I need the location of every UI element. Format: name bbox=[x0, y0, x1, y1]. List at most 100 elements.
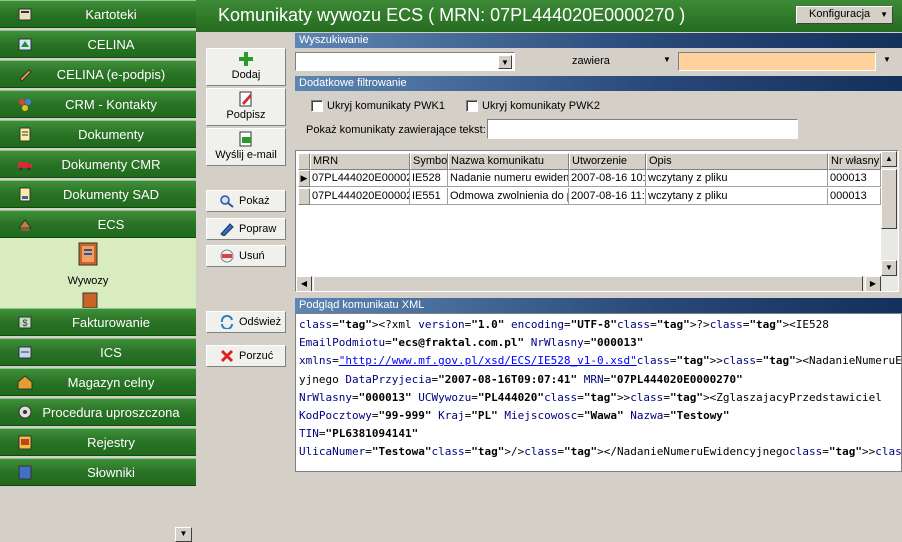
delete-button[interactable]: Usuń bbox=[206, 245, 286, 267]
hide-pwk2-checkbox[interactable] bbox=[466, 100, 478, 112]
ecs-subpanel: Wywozy ▼ bbox=[0, 238, 196, 542]
minus-icon bbox=[220, 249, 234, 263]
cell-symbol[interactable]: IE551 bbox=[410, 188, 448, 205]
sidebar-item-rejestry[interactable]: Rejestry bbox=[0, 428, 196, 456]
export-folder-icon[interactable] bbox=[76, 240, 100, 268]
xml-line: EmailPodmiotu="ecs@fraktal.com.pl" NrWla… bbox=[299, 336, 644, 350]
sidebar-item-dokumenty[interactable]: Dokumenty bbox=[0, 120, 196, 148]
warehouse-icon bbox=[17, 375, 33, 390]
show-button-label: Pokaż bbox=[239, 195, 270, 207]
sidebar-item-kartoteki[interactable]: Kartoteki bbox=[0, 0, 196, 28]
procedure-icon bbox=[18, 405, 32, 419]
sidebar-item-dokumenty-cmr[interactable]: Dokumenty CMR bbox=[0, 150, 196, 178]
cell-symbol[interactable]: IE528 bbox=[410, 170, 448, 187]
discard-button-label: Porzuć bbox=[239, 350, 274, 362]
sidebar-item-slowniki[interactable]: Słowniki bbox=[0, 458, 196, 486]
sidebar-item-crm[interactable]: CRM - Kontakty bbox=[0, 90, 196, 118]
hide-pwk1-checkbox[interactable] bbox=[311, 100, 323, 112]
chevron-down-icon[interactable]: ▼ bbox=[883, 55, 891, 64]
cmr-icon bbox=[18, 162, 32, 171]
cell-mrn[interactable]: 07PL444020E00002 bbox=[310, 170, 410, 187]
dictionary-icon bbox=[18, 465, 32, 480]
sidebar-item-magazyn[interactable]: Magazyn celny bbox=[0, 368, 196, 396]
card-index-icon bbox=[18, 8, 32, 21]
scroll-thumb[interactable] bbox=[881, 169, 897, 229]
xml-preview[interactable]: class="tag"><?xml version="1.0" encoding… bbox=[295, 313, 902, 472]
panel-scroll-down-button[interactable]: ▼ bbox=[175, 527, 192, 542]
secondary-folder-icon[interactable] bbox=[80, 290, 100, 308]
send-email-button[interactable]: Wyślij e-mail bbox=[206, 128, 286, 166]
vertical-scrollbar[interactable]: ▲ ▼ bbox=[881, 151, 898, 276]
scroll-down-button[interactable]: ▼ bbox=[881, 260, 897, 276]
cell-created[interactable]: 2007-08-16 10: bbox=[569, 170, 646, 187]
signature-icon bbox=[239, 91, 252, 107]
sidebar-item-ics[interactable]: ICS bbox=[0, 338, 196, 366]
current-row-indicator: ▶ bbox=[298, 170, 310, 187]
documents-icon bbox=[19, 127, 31, 142]
cell-name[interactable]: Odmowa zwolnienia do p bbox=[448, 188, 569, 205]
ecs-icon bbox=[18, 219, 32, 231]
horizontal-scrollbar[interactable]: ◀ ▶ bbox=[296, 276, 898, 291]
sidebar-item-celina-epodpis[interactable]: CELINA (e-podpis) bbox=[0, 60, 196, 88]
wywozy-label[interactable]: Wywozy bbox=[60, 275, 116, 287]
sidebar: Kartoteki CELINA CELINA (e-podpis) CRM -… bbox=[0, 0, 196, 542]
xml-line: xmlns="http://www.mf.gov.pl/xsd/ECS/IE52… bbox=[299, 354, 902, 368]
refresh-button[interactable]: Odśwież bbox=[206, 311, 286, 333]
column-header-symbol[interactable]: Symbol bbox=[410, 153, 448, 170]
close-icon bbox=[220, 349, 234, 363]
scroll-thumb[interactable] bbox=[313, 276, 863, 291]
text-filter-input[interactable] bbox=[487, 119, 798, 139]
sign-button[interactable]: Podpisz bbox=[206, 88, 286, 126]
chevron-down-icon[interactable]: ▼ bbox=[663, 55, 671, 64]
cell-own-number[interactable]: 000013 bbox=[828, 188, 881, 205]
row-indicator-header bbox=[298, 153, 310, 170]
column-header-name[interactable]: Nazwa komunikatu bbox=[448, 153, 569, 170]
xml-preview-header: Podgląd komunikatu XML bbox=[295, 298, 902, 313]
config-dropdown[interactable]: Konfiguracja ▼ bbox=[796, 6, 893, 24]
scroll-up-button[interactable]: ▲ bbox=[881, 151, 897, 167]
discard-button[interactable]: Porzuć bbox=[206, 345, 286, 367]
cell-created[interactable]: 2007-08-16 11:0 bbox=[569, 188, 646, 205]
xml-line: class="tag"><?xml version="1.0" encoding… bbox=[299, 318, 829, 331]
email-icon bbox=[239, 131, 252, 147]
show-button[interactable]: Pokaż bbox=[206, 190, 286, 212]
add-button-label: Dodaj bbox=[231, 69, 261, 81]
scroll-right-button[interactable]: ▶ bbox=[865, 276, 881, 291]
xml-line: NrWlasny="000013" UCWywozu="PL444020"cla… bbox=[299, 390, 882, 404]
sad-icon bbox=[19, 187, 31, 202]
text-filter-label: Pokaż komunikaty zawierające tekst: bbox=[306, 124, 486, 136]
plus-icon bbox=[239, 52, 253, 66]
add-button[interactable]: Dodaj bbox=[206, 48, 286, 86]
sidebar-item-fakturowanie[interactable]: $ Fakturowanie bbox=[0, 308, 196, 336]
column-header-mrn[interactable]: MRN bbox=[310, 153, 410, 170]
svg-text:$: $ bbox=[22, 318, 27, 328]
xml-line: yjnego DataPrzyjecia="2007-08-16T09:07:4… bbox=[299, 372, 743, 386]
cell-mrn[interactable]: 07PL444020E00002 bbox=[310, 188, 410, 205]
cell-description[interactable]: wczytany z pliku bbox=[646, 188, 828, 205]
sidebar-item-procedura[interactable]: Procedura uproszczona bbox=[0, 398, 196, 426]
xml-line: KodPocztowy="99-999" Kraj="PL" Miejscowo… bbox=[299, 409, 730, 423]
column-header-description[interactable]: Opis bbox=[646, 153, 828, 170]
delete-button-label: Usuń bbox=[239, 250, 265, 262]
sidebar-item-dokumenty-sad[interactable]: Dokumenty SAD bbox=[0, 180, 196, 208]
column-header-own-number[interactable]: Nr własny bbox=[828, 153, 881, 170]
row-indicator bbox=[298, 188, 310, 205]
chevron-down-icon: ▼ bbox=[880, 10, 888, 19]
xml-line: UlicaNumer="Testowa"class="tag">/>class=… bbox=[299, 445, 902, 459]
column-header-created[interactable]: Utworzenie bbox=[569, 153, 646, 170]
chevron-down-icon[interactable]: ▼ bbox=[498, 55, 512, 69]
search-field-select[interactable]: ▼ bbox=[295, 52, 515, 71]
search-operator-value[interactable]: zawiera bbox=[572, 55, 610, 67]
search-value-input[interactable] bbox=[678, 52, 876, 71]
scroll-left-button[interactable]: ◀ bbox=[296, 276, 312, 291]
registers-icon bbox=[18, 435, 32, 450]
cell-description[interactable]: wczytany z pliku bbox=[646, 170, 828, 187]
refresh-button-label: Odśwież bbox=[239, 316, 282, 328]
sidebar-item-celina[interactable]: CELINA bbox=[0, 30, 196, 58]
pencil-icon bbox=[220, 223, 234, 236]
edit-button[interactable]: Popraw bbox=[206, 218, 286, 240]
sign-button-label: Podpisz bbox=[226, 109, 266, 121]
cell-own-number[interactable]: 000013 bbox=[828, 170, 881, 187]
sidebar-item-ecs[interactable]: ECS bbox=[0, 210, 196, 238]
cell-name[interactable]: Nadanie numeru ewidenc bbox=[448, 170, 569, 187]
